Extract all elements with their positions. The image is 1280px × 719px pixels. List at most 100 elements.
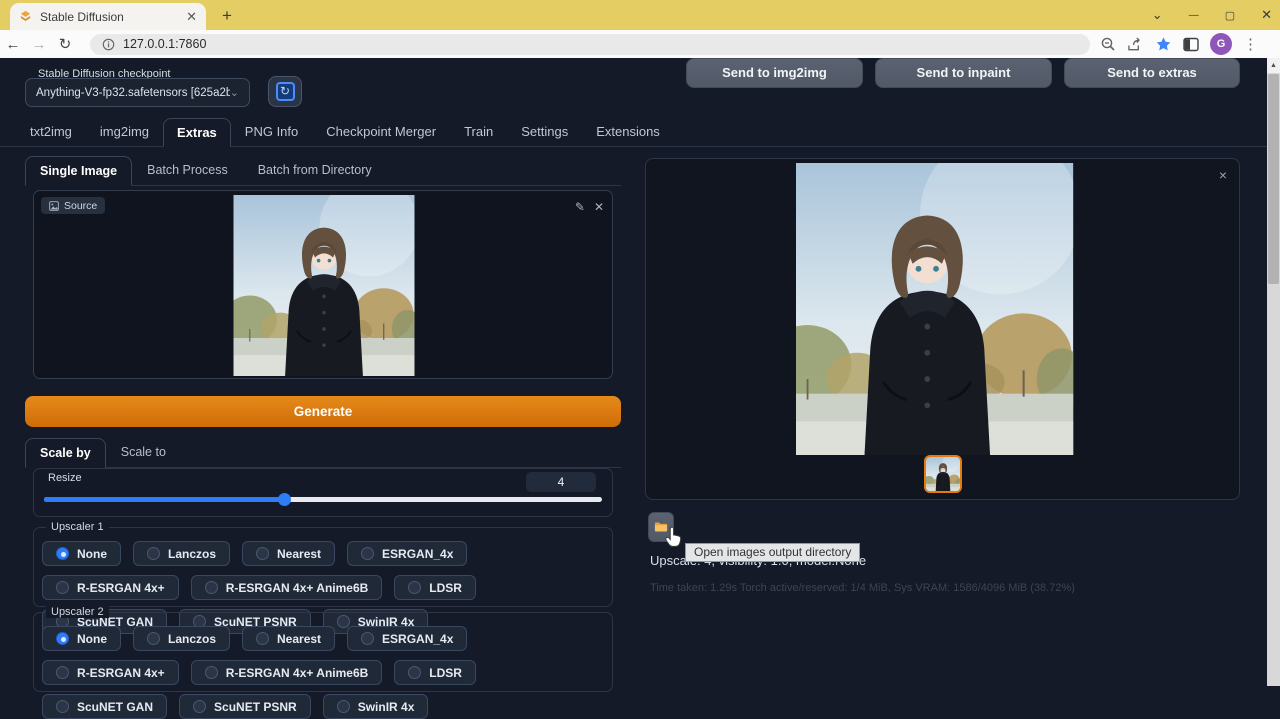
bookmark-star-icon[interactable] <box>1155 36 1172 52</box>
page-scrollbar[interactable]: ▲ <box>1267 58 1280 686</box>
tab-png-info[interactable]: PNG Info <box>231 117 312 146</box>
window-restore-icon[interactable]: ▢ <box>1225 9 1235 22</box>
upscaler2-option-esrgan4x[interactable]: ESRGAN_4x <box>347 626 467 651</box>
slider-fill <box>44 497 284 502</box>
browser-tab[interactable]: Stable Diffusion ✕ <box>10 3 206 30</box>
upscaler1-option-ldsr[interactable]: LDSR <box>394 575 476 600</box>
upscaler-2-group: Upscaler 2 None Lanczos Nearest ESRGAN_4… <box>33 612 613 692</box>
share-icon[interactable] <box>1127 37 1144 52</box>
back-icon[interactable]: ← <box>0 36 26 53</box>
upscaler2-option-nearest[interactable]: Nearest <box>242 626 335 651</box>
option-label: ScuNET GAN <box>77 700 153 714</box>
window-minimize-icon[interactable]: — <box>1189 10 1199 21</box>
browser-toolbar: ← → ↻ 127.0.0.1:7860 G ⋮ <box>0 30 1280 58</box>
upscaler1-option-none[interactable]: None <box>42 541 121 566</box>
upscaler1-option-lanczos[interactable]: Lanczos <box>133 541 230 566</box>
tab-extensions[interactable]: Extensions <box>582 117 674 146</box>
output-image[interactable] <box>796 163 1091 455</box>
subtab-batch-from-directory[interactable]: Batch from Directory <box>243 155 387 185</box>
radio-icon <box>147 547 160 560</box>
upscaler1-option-nearest[interactable]: Nearest <box>242 541 335 566</box>
extras-left-panel: Single Image Batch Process Batch from Di… <box>25 155 621 686</box>
new-tab-button[interactable]: + <box>216 5 238 27</box>
hand-cursor <box>664 526 682 548</box>
reload-icon[interactable]: ↻ <box>52 35 78 53</box>
upscaler2-option-lanczos[interactable]: Lanczos <box>133 626 230 651</box>
clear-image-icon[interactable]: ✕ <box>594 200 604 214</box>
browser-menu-icon[interactable]: ⋮ <box>1243 35 1258 53</box>
radio-icon <box>361 547 374 560</box>
upscaler1-option-resrgan-anime6b[interactable]: R-ESRGAN 4x+ Anime6B <box>191 575 383 600</box>
side-panel-icon[interactable] <box>1183 37 1199 52</box>
tab-extras[interactable]: Extras <box>163 118 231 147</box>
radio-icon <box>193 700 206 713</box>
site-info-icon[interactable] <box>102 38 115 51</box>
output-gallery: × <box>645 158 1240 500</box>
resize-value-input[interactable]: 4 <box>526 472 596 492</box>
edit-image-icon[interactable]: ✎ <box>575 200 585 214</box>
slider-handle[interactable] <box>278 493 291 506</box>
address-bar[interactable]: 127.0.0.1:7860 <box>90 34 1090 55</box>
option-label: R-ESRGAN 4x+ <box>77 666 165 680</box>
url-text: 127.0.0.1:7860 <box>123 37 206 51</box>
radio-icon <box>56 700 69 713</box>
upscaler2-option-none[interactable]: None <box>42 626 121 651</box>
output-thumbnail-selected[interactable] <box>924 455 962 493</box>
tab-img2img[interactable]: img2img <box>86 117 163 146</box>
resize-slider[interactable] <box>44 497 602 502</box>
upscaler-1-group: Upscaler 1 None Lanczos Nearest ESRGAN_4… <box>33 527 613 607</box>
avatar[interactable]: G <box>1210 33 1232 55</box>
resize-panel: Resize 4 <box>33 468 613 517</box>
option-label: R-ESRGAN 4x+ Anime6B <box>226 581 369 595</box>
tab-settings[interactable]: Settings <box>507 117 582 146</box>
upscaler-1-label: Upscaler 1 <box>46 521 109 533</box>
tab-txt2img[interactable]: txt2img <box>16 117 86 146</box>
upscaler2-option-resrgan-anime6b[interactable]: R-ESRGAN 4x+ Anime6B <box>191 660 383 685</box>
option-label: Lanczos <box>168 632 216 646</box>
tab-train[interactable]: Train <box>450 117 507 146</box>
browser-titlebar: Stable Diffusion ✕ + ⌄ — ▢ ✕ <box>0 0 1280 30</box>
source-chip: Source <box>41 197 105 214</box>
radio-icon <box>361 632 374 645</box>
subtab-single-image[interactable]: Single Image <box>25 156 132 186</box>
upscaler2-option-scunet-psnr[interactable]: ScuNET PSNR <box>179 694 311 719</box>
source-label: Source <box>64 200 97 212</box>
radio-icon <box>256 547 269 560</box>
source-image-dropzone[interactable]: Source ✎ ✕ <box>33 190 613 379</box>
subtab-batch-process[interactable]: Batch Process <box>132 155 243 185</box>
upscaler2-option-ldsr[interactable]: LDSR <box>394 660 476 685</box>
scrollbar-thumb[interactable] <box>1268 74 1279 284</box>
radio-icon <box>205 581 218 594</box>
tab-search-chevron-icon[interactable]: ⌄ <box>1152 7 1163 23</box>
gallery-close-icon[interactable]: × <box>1219 167 1227 183</box>
tab-close-icon[interactable]: ✕ <box>186 10 197 23</box>
radio-icon <box>256 632 269 645</box>
zoom-icon[interactable] <box>1100 36 1116 52</box>
upscaler2-option-swinir4x[interactable]: SwinIR 4x <box>323 694 429 719</box>
upscaler2-option-resrgan4x[interactable]: R-ESRGAN 4x+ <box>42 660 179 685</box>
radio-icon <box>408 666 421 679</box>
checkpoint-dropdown[interactable]: Anything-V3-fp32.safetensors [625a2ba2] … <box>25 78 250 107</box>
send-to-img2img-button[interactable]: Send to img2img <box>686 58 863 88</box>
tooltip: Open images output directory <box>685 543 860 562</box>
tab-scale-to[interactable]: Scale to <box>106 437 181 467</box>
generate-button[interactable]: Generate <box>25 396 621 427</box>
option-label: ESRGAN_4x <box>382 547 453 561</box>
upscaler1-option-resrgan4x[interactable]: R-ESRGAN 4x+ <box>42 575 179 600</box>
tab-scale-by[interactable]: Scale by <box>25 438 106 468</box>
window-close-icon[interactable]: ✕ <box>1261 7 1272 23</box>
radio-selected-icon <box>56 547 69 560</box>
scrollbar-up-arrow[interactable]: ▲ <box>1267 58 1280 73</box>
upscaler1-option-esrgan4x[interactable]: ESRGAN_4x <box>347 541 467 566</box>
send-to-extras-button[interactable]: Send to extras <box>1064 58 1240 88</box>
main-tab-nav: txt2img img2img Extras PNG Info Checkpoi… <box>0 118 1267 147</box>
radio-icon <box>337 700 350 713</box>
tab-checkpoint-merger[interactable]: Checkpoint Merger <box>312 117 450 146</box>
option-label: R-ESRGAN 4x+ <box>77 581 165 595</box>
upscaler2-option-scunet-gan[interactable]: ScuNET GAN <box>42 694 167 719</box>
forward-icon[interactable]: → <box>26 36 52 53</box>
send-to-inpaint-button[interactable]: Send to inpaint <box>875 58 1052 88</box>
source-image <box>233 195 415 376</box>
refresh-checkpoints-button[interactable]: ↻ <box>268 76 302 107</box>
option-label: R-ESRGAN 4x+ Anime6B <box>226 666 369 680</box>
